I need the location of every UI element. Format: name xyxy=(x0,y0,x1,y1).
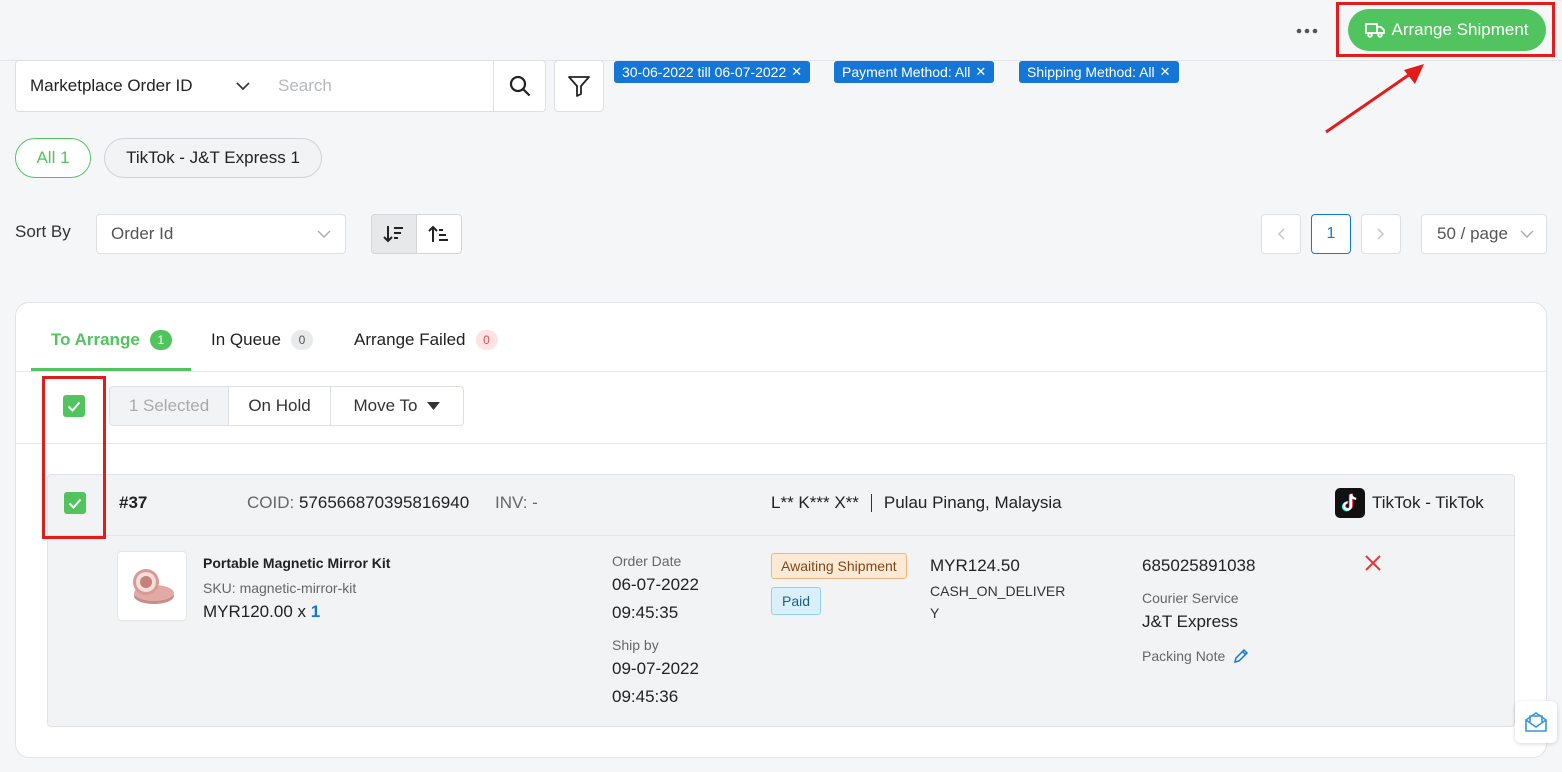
divider xyxy=(16,371,1546,372)
product-name: Portable Magnetic Mirror Kit xyxy=(203,555,391,571)
tracking-number: 685025891038 xyxy=(1142,556,1256,575)
filter-chip-label: Payment Method: All xyxy=(842,64,971,80)
filter-chip-payment: Payment Method: All ✕ xyxy=(834,61,995,83)
tab-arrange-failed[interactable]: Arrange Failed 0 xyxy=(354,328,498,352)
close-icon[interactable]: ✕ xyxy=(791,64,802,80)
chevron-down-icon xyxy=(1520,230,1534,239)
tiktok-logo-icon xyxy=(1335,488,1365,518)
search-button[interactable] xyxy=(493,60,546,112)
tab-to-arrange[interactable]: To Arrange 1 xyxy=(51,328,172,352)
move-to-label: Move To xyxy=(353,396,418,415)
sort-by-label: Sort By xyxy=(15,222,71,241)
store-info: TikTok - TikTok xyxy=(1335,488,1484,518)
chevron-down-icon xyxy=(317,230,331,239)
sort-descending-icon xyxy=(383,224,405,244)
tab-label: To Arrange xyxy=(51,330,140,349)
divider xyxy=(16,443,1546,444)
courier-service: J&T Express xyxy=(1142,612,1239,631)
pagination-prev-button[interactable] xyxy=(1261,214,1301,254)
invoice-number: INV: - xyxy=(495,493,538,512)
quick-tab-tiktok-jt[interactable]: TikTok - J&T Express 1 xyxy=(104,138,322,178)
chevron-left-icon xyxy=(1277,228,1285,240)
buyer-location: Pulau Pinang, Malaysia xyxy=(883,493,1062,512)
mail-icon xyxy=(1525,712,1547,732)
ship-by-time: 09:45:36 xyxy=(612,687,679,706)
packing-note: Packing Note xyxy=(1142,648,1249,664)
search-field-select[interactable]: Marketplace Order ID xyxy=(15,60,265,112)
tab-label: Arrange Failed xyxy=(354,330,466,349)
caret-down-icon xyxy=(427,402,441,410)
product-thumbnail[interactable] xyxy=(117,551,187,621)
tab-count-badge: 0 xyxy=(475,330,498,350)
annotation-arrow-icon xyxy=(1325,64,1424,134)
product-price-value: MYR120.00 x xyxy=(203,602,306,621)
annotation-highlight-box xyxy=(42,376,106,539)
order-date-label: Order Date xyxy=(612,553,682,569)
close-icon[interactable]: ✕ xyxy=(1160,64,1171,80)
coid-label: COID: xyxy=(247,493,295,512)
message-button[interactable] xyxy=(1515,701,1557,743)
filter-chip-label: 30-06-2022 till 06-07-2022 xyxy=(622,64,787,80)
buyer-name: L** K*** X** xyxy=(771,493,859,512)
divider xyxy=(870,494,872,512)
coid-value: 576566870395816940 xyxy=(298,493,470,512)
product-quantity: 1 xyxy=(310,602,321,621)
sort-descending-button[interactable] xyxy=(371,214,417,254)
search-icon xyxy=(508,74,532,98)
buyer-info: L** K*** X** Pulau Pinang, Malaysia xyxy=(771,493,1062,513)
page-size-select[interactable]: 50 / page xyxy=(1421,214,1547,254)
order-number[interactable]: #37 xyxy=(119,493,147,513)
page-size-value: 50 / page xyxy=(1437,224,1508,243)
chevron-right-icon xyxy=(1377,228,1385,240)
payment-method: CASH_ON_DELIVERY xyxy=(930,583,1066,621)
tab-in-queue[interactable]: In Queue 0 xyxy=(211,328,313,352)
chevron-down-icon xyxy=(236,81,250,91)
on-hold-button[interactable]: On Hold xyxy=(228,386,331,426)
pagination-next-button[interactable] xyxy=(1361,214,1401,254)
sort-by-value: Order Id xyxy=(111,224,174,243)
order-time: 09:45:35 xyxy=(612,603,679,622)
annotation-highlight-box xyxy=(1336,2,1555,57)
filter-chip-date: 30-06-2022 till 06-07-2022 ✕ xyxy=(614,61,811,83)
product-price: MYR120.00 x 1 xyxy=(203,602,320,622)
sort-ascending-button[interactable] xyxy=(416,214,462,254)
ship-by-label: Ship by xyxy=(612,637,659,653)
sort-by-select[interactable]: Order Id xyxy=(96,214,346,254)
filter-icon xyxy=(567,74,591,98)
courier-service-label: Courier Service xyxy=(1142,590,1239,606)
selected-count: 1 Selected xyxy=(109,386,229,426)
search-input[interactable] xyxy=(264,60,494,112)
divider xyxy=(48,535,1514,536)
order-coid: COID: 576566870395816940 xyxy=(247,493,469,513)
more-options-icon[interactable] xyxy=(1292,20,1322,42)
filter-chip-shipping: Shipping Method: All ✕ xyxy=(1019,61,1179,83)
payment-status-badge: Paid xyxy=(771,587,822,615)
filter-chip-label: Shipping Method: All xyxy=(1027,64,1155,80)
store-name: TikTok - TikTok xyxy=(1372,493,1484,512)
tab-count-badge: 0 xyxy=(290,330,313,350)
pagination-page-1[interactable]: 1 xyxy=(1311,214,1351,254)
move-to-dropdown[interactable]: Move To xyxy=(330,386,464,426)
filter-button[interactable] xyxy=(554,60,604,112)
ship-by-date: 09-07-2022 xyxy=(612,659,699,678)
tab-count-badge: 1 xyxy=(149,330,172,350)
order-date: 06-07-2022 xyxy=(612,575,699,594)
product-sku: SKU: magnetic-mirror-kit xyxy=(203,580,357,596)
remove-order-icon[interactable] xyxy=(1364,554,1382,575)
tab-label: In Queue xyxy=(211,330,281,349)
mirror-kit-image xyxy=(133,569,174,604)
sort-ascending-icon xyxy=(428,224,450,244)
status-badge: Awaiting Shipment xyxy=(771,553,907,579)
quick-tab-all[interactable]: All 1 xyxy=(15,138,91,178)
packing-note-label: Packing Note xyxy=(1142,648,1226,664)
search-field-value: Marketplace Order ID xyxy=(30,76,193,95)
top-bar xyxy=(0,0,1562,61)
order-amount: MYR124.50 xyxy=(930,556,1020,575)
close-icon[interactable]: ✕ xyxy=(975,64,986,80)
pencil-icon[interactable] xyxy=(1233,648,1249,664)
